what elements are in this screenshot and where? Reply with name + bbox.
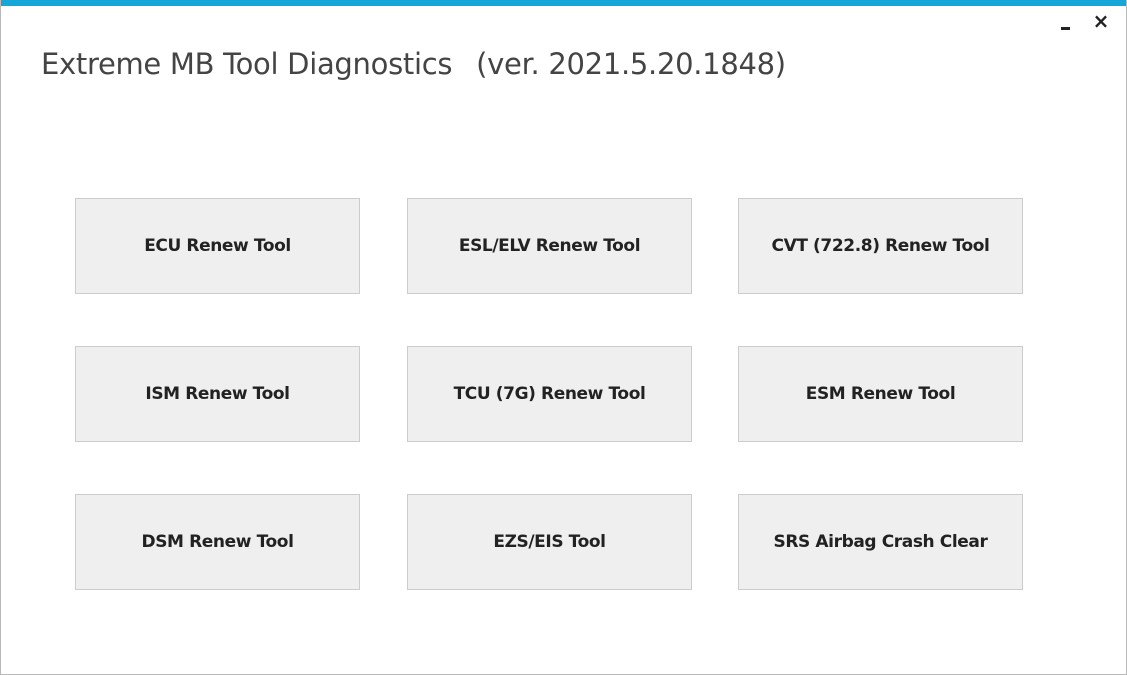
esm-renew-tool-button[interactable]: ESM Renew Tool — [738, 346, 1023, 442]
minimize-button[interactable] — [1054, 10, 1076, 32]
close-icon: × — [1092, 9, 1110, 33]
app-window: × Extreme MB Tool Diagnostics (ver. 2021.… — [0, 0, 1127, 675]
ezs-eis-tool-button[interactable]: EZS/EIS Tool — [407, 494, 692, 590]
minimize-icon — [1060, 27, 1070, 30]
close-button[interactable]: × — [1090, 10, 1112, 32]
app-name: Extreme MB Tool Diagnostics — [41, 47, 453, 81]
window-title: Extreme MB Tool Diagnostics (ver. 2021.5.… — [41, 47, 786, 81]
ecu-renew-tool-button[interactable]: ECU Renew Tool — [75, 198, 360, 294]
cvt-renew-tool-button[interactable]: CVT (722.8) Renew Tool — [738, 198, 1023, 294]
esl-elv-renew-tool-button[interactable]: ESL/ELV Renew Tool — [407, 198, 692, 294]
ism-renew-tool-button[interactable]: ISM Renew Tool — [75, 346, 360, 442]
dsm-renew-tool-button[interactable]: DSM Renew Tool — [75, 494, 360, 590]
window-controls: × — [1054, 10, 1112, 32]
srs-airbag-crash-clear-button[interactable]: SRS Airbag Crash Clear — [738, 494, 1023, 590]
app-version: (ver. 2021.5.20.1848) — [476, 47, 786, 81]
tcu-renew-tool-button[interactable]: TCU (7G) Renew Tool — [407, 346, 692, 442]
window-accent-bar — [1, 0, 1126, 6]
